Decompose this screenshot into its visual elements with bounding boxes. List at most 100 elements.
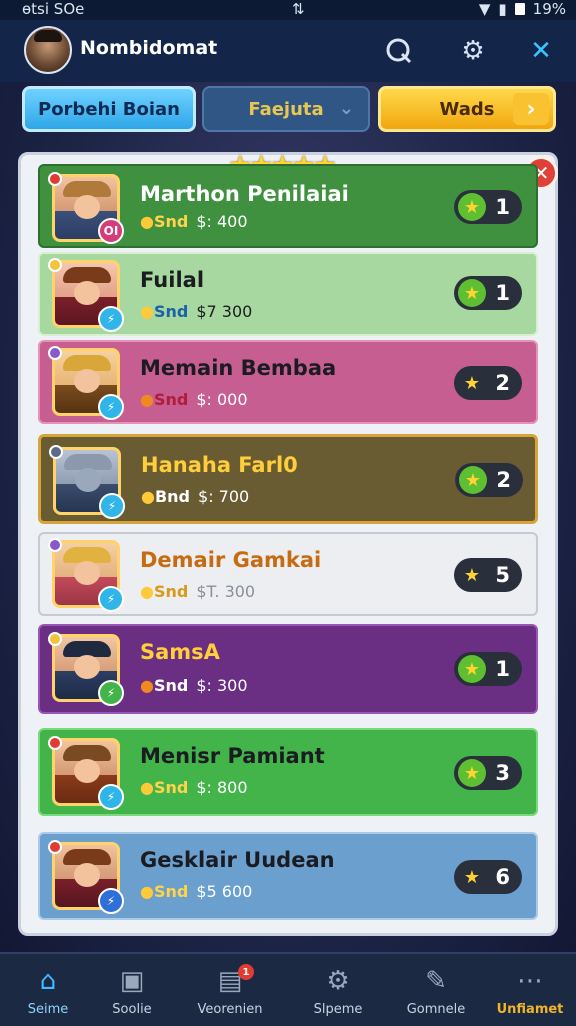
signal-icon: ▮ <box>498 0 507 18</box>
tab-label: Faejuta <box>248 98 324 120</box>
player-name: Fuilal <box>140 268 205 292</box>
status-dot-icon <box>48 538 62 552</box>
level-badge-icon: ⚡ <box>98 306 124 332</box>
edit-icon: ✎ <box>425 966 447 996</box>
nav-item-stats[interactable]: ▤ 1 Veorenien <box>182 954 278 1026</box>
player-stats: ●Snd $T. 300 <box>140 582 256 601</box>
nav-item-home[interactable]: ⌂ Seime <box>0 954 96 1026</box>
coin-icon: ● <box>140 882 154 901</box>
star-icon: ★ <box>458 561 486 589</box>
level-badge-icon: ⚡ <box>98 586 124 612</box>
leaderboard-row[interactable]: ⚡ Memain Bembaa ●Snd $: 000 ★ 2 <box>38 340 538 424</box>
rank-pill: ★ 5 <box>454 558 522 592</box>
leaderboard-row[interactable]: ⚡ SamsA ●Snd $: 300 ★ 1 <box>38 624 538 714</box>
tab-label: Wads <box>439 98 495 120</box>
status-dot-icon <box>49 445 63 459</box>
app-header: Nombidomat ⚙ ✕ <box>0 20 576 82</box>
rank-pill: ★ 6 <box>454 860 522 894</box>
carrier-text: ɵtsi SOe <box>22 0 85 18</box>
coin-icon: ● <box>140 676 154 695</box>
username: Nombidomat <box>80 37 218 59</box>
wifi-icon: ▼ <box>478 0 491 18</box>
nav-label: Gomnele <box>406 1002 466 1017</box>
nav-item-settings[interactable]: ⚙ Slpeme <box>290 954 386 1026</box>
battery-level: 19% <box>532 0 566 18</box>
nav-item-more[interactable]: ⋯ Unfiamet <box>482 954 576 1026</box>
leaderboard-row[interactable]: ⚡ Gesklair Uudean ●Snd $5 600 ★ 6 <box>38 832 538 920</box>
nav-item-edit[interactable]: ✎ Gomnele <box>388 954 484 1026</box>
status-bar: ɵtsi SOe ⇅ ▼ ▮ 19% <box>0 0 576 20</box>
gear-icon: ⚙ <box>326 966 350 996</box>
level-badge: OI <box>98 218 124 244</box>
rank-pill: ★ 1 <box>454 652 522 686</box>
player-name: Menisr Pamiant <box>140 744 325 768</box>
sync-icon: ⇅ <box>292 0 305 18</box>
level-badge-icon: ⚡ <box>98 394 124 420</box>
home-icon: ⌂ <box>39 966 57 996</box>
arrow-right-icon: › <box>513 93 549 125</box>
level-badge-icon: ⚡ <box>98 680 124 706</box>
profile-edit-icon[interactable] <box>382 34 416 68</box>
status-dot-icon <box>48 172 62 186</box>
player-name: SamsA <box>140 640 220 664</box>
star-icon: ★ <box>458 863 486 891</box>
rank-pill: ★ 3 <box>454 756 522 790</box>
bottom-nav: ⌂ Seime ▣ Soolie ▤ 1 Veorenien ⚙ Slpeme … <box>0 952 576 1026</box>
star-icon: ★ <box>458 279 486 307</box>
player-stats: ●Snd $: 300 <box>140 676 248 695</box>
coin-icon: ● <box>140 778 154 797</box>
shop-icon: ▣ <box>119 966 145 996</box>
player-stats: ●Snd $: 000 <box>140 390 248 409</box>
star-icon: ★ <box>458 369 486 397</box>
player-name: Marthon Penilaiai <box>140 182 349 206</box>
level-badge-icon: ⚡ <box>98 888 124 914</box>
player-stats: ●Snd $: 800 <box>140 778 248 797</box>
status-dot-icon <box>48 346 62 360</box>
nav-label: Soolie <box>112 1002 152 1017</box>
player-name: Hanaha Farl0 <box>141 453 298 477</box>
player-stats: ●Snd $7 300 <box>140 302 253 321</box>
notification-badge: 1 <box>238 964 254 980</box>
more-icon: ⋯ <box>517 966 543 996</box>
tab-dropdown[interactable]: Faejuta ⌄ <box>202 86 370 132</box>
status-dot-icon <box>48 258 62 272</box>
chevron-down-icon: ⌄ <box>338 98 354 119</box>
tab-bar: Porbehi Boian Faejuta ⌄ Wads › <box>22 86 556 134</box>
nav-item-shop[interactable]: ▣ Soolie <box>84 954 180 1026</box>
rank-pill: ★ 1 <box>454 190 522 224</box>
nav-label: Slpeme <box>313 1002 363 1017</box>
rank-pill: ★ 2 <box>455 463 523 497</box>
leaderboard-row[interactable]: OI Marthon Penilaiai ●Snd $: 400 ★ 1 <box>38 164 538 248</box>
nav-label: Seime <box>27 1002 69 1017</box>
leaderboard-row[interactable]: ⚡ Hanaha Farl0 ●Bnd $: 700 ★ 2 <box>38 434 538 524</box>
star-icon: ★ <box>459 466 487 494</box>
coin-icon: ● <box>140 302 154 321</box>
coin-icon: ● <box>140 212 154 231</box>
rank-pill: ★ 1 <box>454 276 522 310</box>
star-icon: ★ <box>458 655 486 683</box>
level-badge-icon: ⚡ <box>98 784 124 810</box>
status-dot-icon <box>48 840 62 854</box>
tab-label: Porbehi Boian <box>38 98 180 120</box>
leaderboard-row[interactable]: ⚡ Menisr Pamiant ●Snd $: 800 ★ 3 <box>38 728 538 816</box>
avatar[interactable] <box>24 26 72 74</box>
tab-primary[interactable]: Porbehi Boian <box>22 86 196 132</box>
close-icon[interactable]: ✕ <box>524 34 558 68</box>
rank-pill: ★ 2 <box>454 366 522 400</box>
level-badge-icon: ⚡ <box>99 493 125 519</box>
player-stats: ●Snd $5 600 <box>140 882 253 901</box>
player-name: Demair Gamkai <box>140 548 322 572</box>
leaderboard-row[interactable]: ⚡ Fuilal ●Snd $7 300 ★ 1 <box>38 252 538 336</box>
coin-icon: ● <box>141 487 155 506</box>
tab-highlight[interactable]: Wads › <box>378 86 556 132</box>
status-icons: ▼ ▮ 19% <box>479 0 566 18</box>
leaderboard-row[interactable]: ⚡ Demair Gamkai ●Snd $T. 300 ★ 5 <box>38 532 538 616</box>
gear-icon[interactable]: ⚙ <box>456 34 490 68</box>
star-icon: ★ <box>458 759 486 787</box>
coin-icon: ● <box>140 390 154 409</box>
coin-icon: ● <box>140 582 154 601</box>
status-dot-icon <box>48 736 62 750</box>
nav-label: Veorenien <box>197 1002 263 1017</box>
player-stats: ●Snd $: 400 <box>140 212 248 231</box>
status-dot-icon <box>48 632 62 646</box>
